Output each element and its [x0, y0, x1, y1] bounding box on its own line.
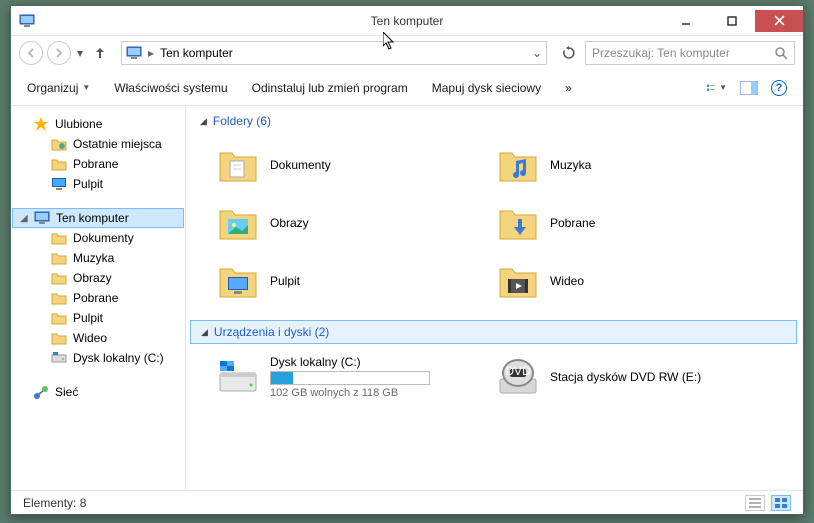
- documents-folder-icon: [216, 143, 260, 187]
- devices-group-header[interactable]: ◢Urządzenia i dyski (2): [190, 320, 797, 344]
- navigation-pane: Ulubione Ostatnie miejsca Pobrane Pulpit…: [11, 106, 186, 490]
- content-area: ◢Foldery (6) Dokumenty Muzyka Obrazy Pob…: [186, 106, 803, 490]
- nav-documents[interactable]: Dokumenty: [11, 228, 185, 248]
- folder-desktop[interactable]: Pulpit: [216, 252, 496, 310]
- organize-menu[interactable]: Organizuj▼: [27, 81, 90, 95]
- nav-recent-places[interactable]: Ostatnie miejsca: [11, 134, 185, 154]
- address-bar[interactable]: ▸ Ten komputer ⌄: [121, 41, 547, 65]
- folder-icon: [51, 270, 67, 286]
- nav-local-disk[interactable]: Dysk lokalny (C:): [11, 348, 185, 368]
- uninstall-button[interactable]: Odinstaluj lub zmień program: [252, 81, 408, 95]
- window-title: Ten komputer: [371, 14, 444, 28]
- preview-pane-button[interactable]: [739, 78, 759, 98]
- videos-folder-icon: [496, 259, 540, 303]
- maximize-button[interactable]: [709, 10, 755, 32]
- svg-text:DVD: DVD: [505, 364, 531, 378]
- dvd-drive[interactable]: DVD Stacja dysków DVD RW (E:): [496, 348, 776, 406]
- history-dropdown[interactable]: ▾: [75, 46, 85, 60]
- folder-icon: [51, 156, 67, 172]
- recent-icon: [51, 136, 67, 152]
- nav-desktop2[interactable]: Pulpit: [11, 308, 185, 328]
- disk-usage-bar: [270, 371, 430, 385]
- downloads-folder-icon: [496, 201, 540, 245]
- search-input[interactable]: Przeszukaj: Ten komputer: [585, 41, 795, 65]
- nav-network[interactable]: Sieć: [11, 382, 185, 402]
- pictures-folder-icon: [216, 201, 260, 245]
- folder-pictures[interactable]: Obrazy: [216, 194, 496, 252]
- map-drive-button[interactable]: Mapuj dysk sieciowy: [432, 81, 541, 95]
- breadcrumb-separator[interactable]: ▸: [148, 46, 154, 60]
- nav-downloads2[interactable]: Pobrane: [11, 288, 185, 308]
- folder-icon: [51, 290, 67, 306]
- collapse-icon[interactable]: ◢: [200, 116, 207, 127]
- address-dropdown-icon[interactable]: ⌄: [532, 46, 542, 60]
- refresh-button[interactable]: [557, 41, 581, 65]
- search-icon: [774, 46, 788, 60]
- folder-icon: [51, 230, 67, 246]
- details-view-button[interactable]: [745, 495, 765, 511]
- folders-group-header[interactable]: ◢Foldery (6): [190, 110, 803, 132]
- system-properties-button[interactable]: Właściwości systemu: [114, 81, 227, 95]
- nav-this-pc[interactable]: ◢ Ten komputer: [12, 208, 184, 228]
- nav-pictures[interactable]: Obrazy: [11, 268, 185, 288]
- disk-icon: [51, 350, 67, 366]
- view-options-button[interactable]: ▼: [707, 78, 727, 98]
- folder-icon: [51, 330, 67, 346]
- folder-downloads[interactable]: Pobrane: [496, 194, 776, 252]
- search-placeholder: Przeszukaj: Ten komputer: [592, 46, 730, 60]
- disk-icon: [216, 355, 260, 399]
- navigation-row: ▾ ▸ Ten komputer ⌄ Przeszukaj: Ten kompu…: [11, 36, 803, 70]
- star-icon: [33, 116, 49, 132]
- up-button[interactable]: [89, 42, 111, 64]
- nav-desktop[interactable]: Pulpit: [11, 174, 185, 194]
- expand-icon[interactable]: ◢: [20, 213, 28, 224]
- close-button[interactable]: [755, 10, 803, 32]
- back-button[interactable]: [19, 41, 43, 65]
- folder-documents[interactable]: Dokumenty: [216, 136, 496, 194]
- breadcrumb[interactable]: Ten komputer: [160, 46, 233, 60]
- desktop-icon: [51, 176, 67, 192]
- desktop-folder-icon: [216, 259, 260, 303]
- nav-videos[interactable]: Wideo: [11, 328, 185, 348]
- nav-favorites[interactable]: Ulubione: [11, 114, 185, 134]
- item-count: Elementy: 8: [23, 496, 86, 510]
- explorer-window: Ten komputer ▾ ▸ Ten komputer ⌄ Przeszuk…: [10, 5, 804, 515]
- folder-music[interactable]: Muzyka: [496, 136, 776, 194]
- computer-icon: [19, 13, 35, 29]
- help-button[interactable]: ?: [771, 80, 787, 96]
- nav-downloads[interactable]: Pobrane: [11, 154, 185, 174]
- local-disk-c[interactable]: Dysk lokalny (C:) 102 GB wolnych z 118 G…: [216, 348, 496, 406]
- titlebar[interactable]: Ten komputer: [11, 6, 803, 36]
- folder-videos[interactable]: Wideo: [496, 252, 776, 310]
- network-icon: [33, 384, 49, 400]
- folder-icon: [51, 310, 67, 326]
- status-bar: Elementy: 8: [11, 490, 803, 514]
- command-bar: Organizuj▼ Właściwości systemu Odinstalu…: [11, 70, 803, 106]
- forward-button[interactable]: [47, 41, 71, 65]
- dvd-icon: DVD: [496, 355, 540, 399]
- more-commands-button[interactable]: »: [565, 81, 572, 95]
- computer-icon: [126, 45, 142, 61]
- nav-music[interactable]: Muzyka: [11, 248, 185, 268]
- computer-icon: [34, 210, 50, 226]
- tiles-view-button[interactable]: [771, 495, 791, 511]
- collapse-icon[interactable]: ◢: [201, 327, 208, 338]
- music-folder-icon: [496, 143, 540, 187]
- folder-icon: [51, 250, 67, 266]
- minimize-button[interactable]: [663, 10, 709, 32]
